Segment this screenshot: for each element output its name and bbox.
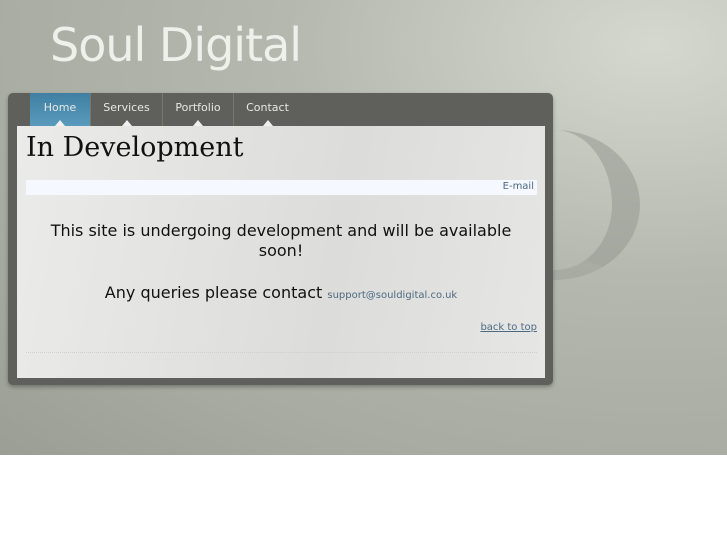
page-title: In Development [26, 132, 244, 163]
contact-line: Any queries please contact support@sould… [17, 283, 545, 306]
nav-contact[interactable]: Contact [234, 93, 301, 126]
site-logo: Soul Digital [50, 18, 302, 72]
divider [26, 352, 537, 353]
nav-home[interactable]: Home [30, 93, 91, 126]
back-to-top-link[interactable]: back to top [480, 322, 537, 333]
nav-services[interactable]: Services [91, 93, 163, 126]
email-link[interactable]: E-mail [503, 181, 534, 192]
contact-text: Any queries please contact [104, 283, 323, 302]
support-email-link[interactable]: support@souldigital.co.uk [327, 290, 457, 301]
nav-portfolio[interactable]: Portfolio [163, 93, 234, 126]
content-panel: In Development E-mail This site is under… [17, 126, 545, 378]
development-message: This site is undergoing development and … [50, 221, 512, 260]
main-nav: Home Services Portfolio Contact [30, 93, 301, 126]
toolbar-strip: E-mail [26, 180, 537, 195]
